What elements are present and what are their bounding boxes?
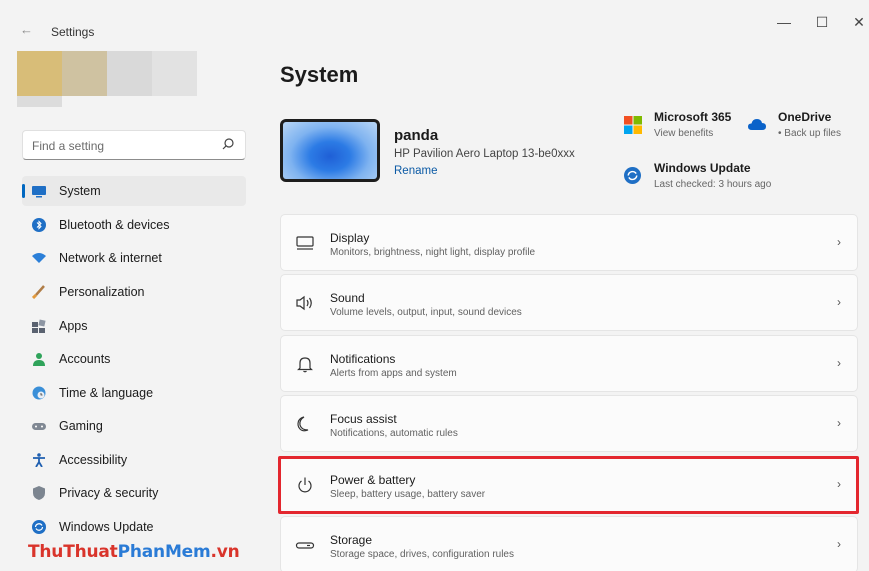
card-title: Power & battery [330, 473, 416, 487]
sidebar-item-label: System [59, 184, 101, 198]
minimize-button[interactable]: — [774, 14, 794, 30]
sidebar-item-label: Network & internet [59, 251, 162, 265]
card-subtitle: Alerts from apps and system [330, 368, 457, 379]
brush-icon [32, 285, 45, 299]
chevron-right-icon: › [837, 356, 841, 370]
update-icon [624, 167, 641, 184]
sidebar-item-personalization[interactable]: Personalization [22, 277, 246, 307]
chevron-right-icon: › [837, 416, 841, 430]
sidebar: Find a setting System Bluetooth & device… [0, 44, 260, 571]
card-subtitle: Storage space, drives, configuration rul… [330, 549, 514, 560]
sidebar-item-apps[interactable]: Apps [22, 311, 246, 341]
system-icon [32, 186, 46, 198]
moon-icon [297, 416, 309, 432]
title-bar: ← Settings — ☐ ✕ [0, 0, 869, 44]
speaker-icon [296, 295, 312, 311]
card-title: Sound [330, 291, 365, 305]
search-placeholder: Find a setting [32, 139, 105, 153]
sidebar-item-label: Accessibility [59, 453, 128, 467]
maximize-button[interactable]: ☐ [812, 14, 832, 31]
power-battery-card[interactable]: Power & battery Sleep, battery usage, ba… [280, 456, 858, 513]
sidebar-item-bluetooth[interactable]: Bluetooth & devices [22, 210, 246, 240]
back-button[interactable]: ← [20, 22, 33, 37]
person-icon [33, 353, 45, 366]
device-name: panda [394, 127, 439, 144]
sidebar-item-label: Accounts [59, 352, 111, 366]
onedrive-tile[interactable]: OneDrive • Back up files [748, 110, 848, 144]
sidebar-item-label: Personalization [59, 285, 145, 299]
accessibility-icon [33, 453, 45, 467]
focus-assist-card[interactable]: Focus assist Notifications, automatic ru… [280, 395, 858, 452]
wifi-icon [32, 253, 46, 263]
service-title: Microsoft 365 [654, 110, 732, 124]
page-title: System [280, 62, 359, 87]
microsoft-365-tile[interactable]: Microsoft 365 View benefits [624, 110, 744, 144]
device-model: HP Pavilion Aero Laptop 13-be0xxx [394, 148, 575, 160]
search-input[interactable]: Find a setting [22, 130, 246, 160]
microsoft-logo-icon [624, 116, 642, 134]
sidebar-item-label: Gaming [59, 419, 103, 433]
gamepad-icon [32, 423, 46, 430]
device-image [280, 119, 380, 182]
active-indicator [22, 184, 25, 198]
sidebar-item-label: Windows Update [59, 520, 154, 534]
card-title: Storage [330, 533, 373, 547]
display-card[interactable]: Display Monitors, brightness, night ligh… [280, 214, 858, 271]
globe-clock-icon [32, 386, 46, 400]
service-title: Windows Update [654, 161, 751, 175]
sidebar-item-time-language[interactable]: Time & language [22, 378, 246, 408]
card-title: Focus assist [330, 412, 397, 426]
chevron-right-icon: › [837, 295, 841, 309]
close-button[interactable]: ✕ [849, 14, 869, 31]
power-icon [298, 477, 312, 493]
watermark: ThuThuatPhanMem.vn [28, 542, 240, 562]
service-subtitle: • Back up files [778, 128, 841, 139]
search-icon[interactable] [220, 136, 236, 152]
chevron-right-icon: › [837, 537, 841, 551]
sidebar-item-label: Apps [59, 319, 88, 333]
sidebar-item-windows-update[interactable]: Windows Update [22, 512, 246, 542]
card-subtitle: Volume levels, output, input, sound devi… [330, 307, 522, 318]
service-subtitle: Last checked: 3 hours ago [654, 179, 772, 190]
sidebar-item-accounts[interactable]: Accounts [22, 344, 246, 374]
bluetooth-icon [32, 218, 46, 232]
card-subtitle: Sleep, battery usage, battery saver [330, 489, 486, 500]
rename-link[interactable]: Rename [394, 165, 437, 177]
sidebar-item-gaming[interactable]: Gaming [22, 411, 246, 441]
service-subtitle: View benefits [654, 128, 714, 139]
card-title: Notifications [330, 352, 396, 366]
sidebar-item-label: Time & language [59, 386, 154, 400]
storage-card[interactable]: Storage Storage space, drives, configura… [280, 516, 858, 571]
sidebar-item-system[interactable]: System [22, 176, 246, 206]
sound-card[interactable]: Sound Volume levels, output, input, soun… [280, 274, 858, 331]
shield-icon [33, 486, 45, 500]
chevron-right-icon: › [837, 477, 841, 491]
sidebar-item-label: Privacy & security [59, 486, 159, 500]
update-icon [32, 520, 46, 534]
sidebar-item-accessibility[interactable]: Accessibility [22, 445, 246, 475]
monitor-icon [296, 236, 314, 250]
notifications-card[interactable]: Notifications Alerts from apps and syste… [280, 335, 858, 392]
card-title: Display [330, 231, 370, 245]
card-subtitle: Monitors, brightness, night light, displ… [330, 247, 536, 258]
cloud-icon [748, 119, 766, 130]
sidebar-item-privacy-security[interactable]: Privacy & security [22, 478, 246, 508]
storage-icon [295, 542, 315, 549]
card-subtitle: Notifications, automatic rules [330, 428, 458, 439]
app-title: Settings [51, 25, 95, 39]
chevron-right-icon: › [837, 235, 841, 249]
bell-icon [297, 357, 313, 373]
windows-update-tile[interactable]: Windows Update Last checked: 3 hours ago [624, 161, 784, 195]
apps-icon [32, 319, 46, 333]
account-avatar-blurred[interactable] [17, 51, 197, 111]
sidebar-item-label: Bluetooth & devices [59, 218, 170, 232]
service-title: OneDrive [778, 110, 832, 124]
sidebar-item-network[interactable]: Network & internet [22, 243, 246, 273]
